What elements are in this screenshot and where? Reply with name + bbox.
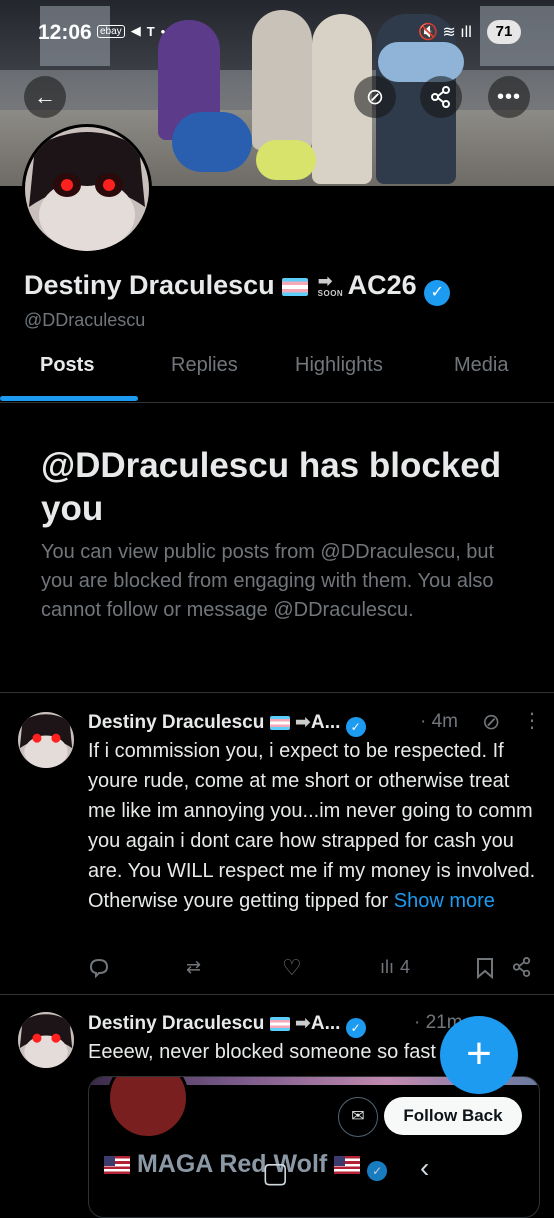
follow-back-button[interactable]: Follow Back [384,1097,522,1135]
reply-button[interactable] [88,957,110,979]
message-button[interactable]: ✉ [338,1097,378,1137]
soon-arrow-icon: ➡ [294,1013,311,1034]
verified-badge-icon: ✓ [345,1018,366,1038]
blocked-title: @DDraculescu has blocked you [41,446,502,528]
reply-icon [89,958,109,979]
divider [0,994,554,995]
repost-button[interactable]: ⇄ [186,957,201,978]
soon-arrow-icon: ➡ SOON [317,271,344,298]
back-nav-icon[interactable]: ‹ [420,1152,429,1184]
profile-handle: @DDraculescu [24,310,146,330]
divider [0,692,554,693]
avatar-image [18,712,74,768]
battery-indicator: 71 [487,20,521,44]
trans-flag-icon [269,1017,290,1031]
trans-flag-icon [282,278,309,296]
grok-icon: ⊘ [365,84,385,109]
post-author[interactable]: Destiny Draculescu ➡A... ✓ [88,1012,366,1038]
compose-button[interactable]: + [440,1016,518,1094]
bookmark-icon [477,958,493,979]
verified-badge-icon: ✓ [424,280,451,306]
more-options-button[interactable]: ••• [488,76,530,118]
avatar-image [18,1012,74,1068]
profile-avatar[interactable] [22,124,152,254]
post-text: If i commission you, i expect to be resp… [88,740,536,912]
tab-media[interactable]: Media [454,354,508,377]
post-text: Eeeew, never blocked someone so fast [88,1041,436,1063]
ebay-icon: ebay [97,24,125,38]
system-nav-bar: ▢ ‹ [0,1140,554,1200]
home-nav-icon[interactable]: ▢ [262,1156,288,1189]
tmobile-icon: T [146,23,155,39]
tab-posts[interactable]: Posts [40,354,94,377]
mute-wifi-signal-icons: 🔇 ≋ ıll [418,24,472,41]
dot-icon: • [160,23,166,39]
trans-flag-icon [269,716,290,730]
status-time: 12:06 [38,21,92,44]
repost-icon: ⇄ [186,957,202,977]
post-more-icon[interactable]: ⋮ [522,708,542,733]
profile-tabs: Posts Replies Highlights Media [0,340,554,403]
status-bar: 12:06 ebay ◀ T • 🔇 ≋ ıll 71 [0,0,554,64]
grok-button[interactable]: ⊘ [354,76,396,118]
views-icon: ılı [380,957,395,977]
grok-icon[interactable]: ⊘ [482,709,500,735]
mail-icon: ✉ [351,1108,365,1125]
tab-replies[interactable]: Replies [171,354,238,377]
soon-arrow-icon: ➡ [294,712,311,733]
plus-icon: + [466,1029,492,1078]
like-button[interactable]: ♡ [282,955,302,981]
profile-display-name: Destiny Draculescu ➡ SOON AC26 ✓ [24,270,451,306]
share-icon [512,957,531,977]
share-icon [431,86,450,108]
post-author[interactable]: Destiny Draculescu ➡A... ✓ [88,711,366,737]
status-icons: ebay ◀ T • [97,23,165,39]
post-timestamp[interactable]: · 4m [420,711,458,733]
share-post-button[interactable] [512,957,532,977]
views-button[interactable]: ılı 4 [380,957,410,978]
views-count: 4 [400,957,411,977]
heart-icon: ♡ [282,955,302,980]
quoted-avatar [107,1077,189,1139]
avatar-image [25,127,149,251]
post-avatar[interactable] [18,1012,74,1068]
blocked-description: You can view public posts from @DDracule… [41,541,495,621]
active-tab-indicator [0,396,138,401]
back-button[interactable]: ← [24,76,66,118]
telegram-icon: ◀ [130,23,141,38]
show-more-link[interactable]: Show more [394,890,495,912]
bookmark-button[interactable] [476,957,494,979]
tab-highlights[interactable]: Highlights [295,354,383,377]
arrow-left-icon: ← [34,84,56,109]
share-button[interactable] [420,76,462,118]
verified-badge-icon: ✓ [345,717,366,737]
post-avatar[interactable] [18,712,74,768]
more-icon: ••• [496,85,521,108]
